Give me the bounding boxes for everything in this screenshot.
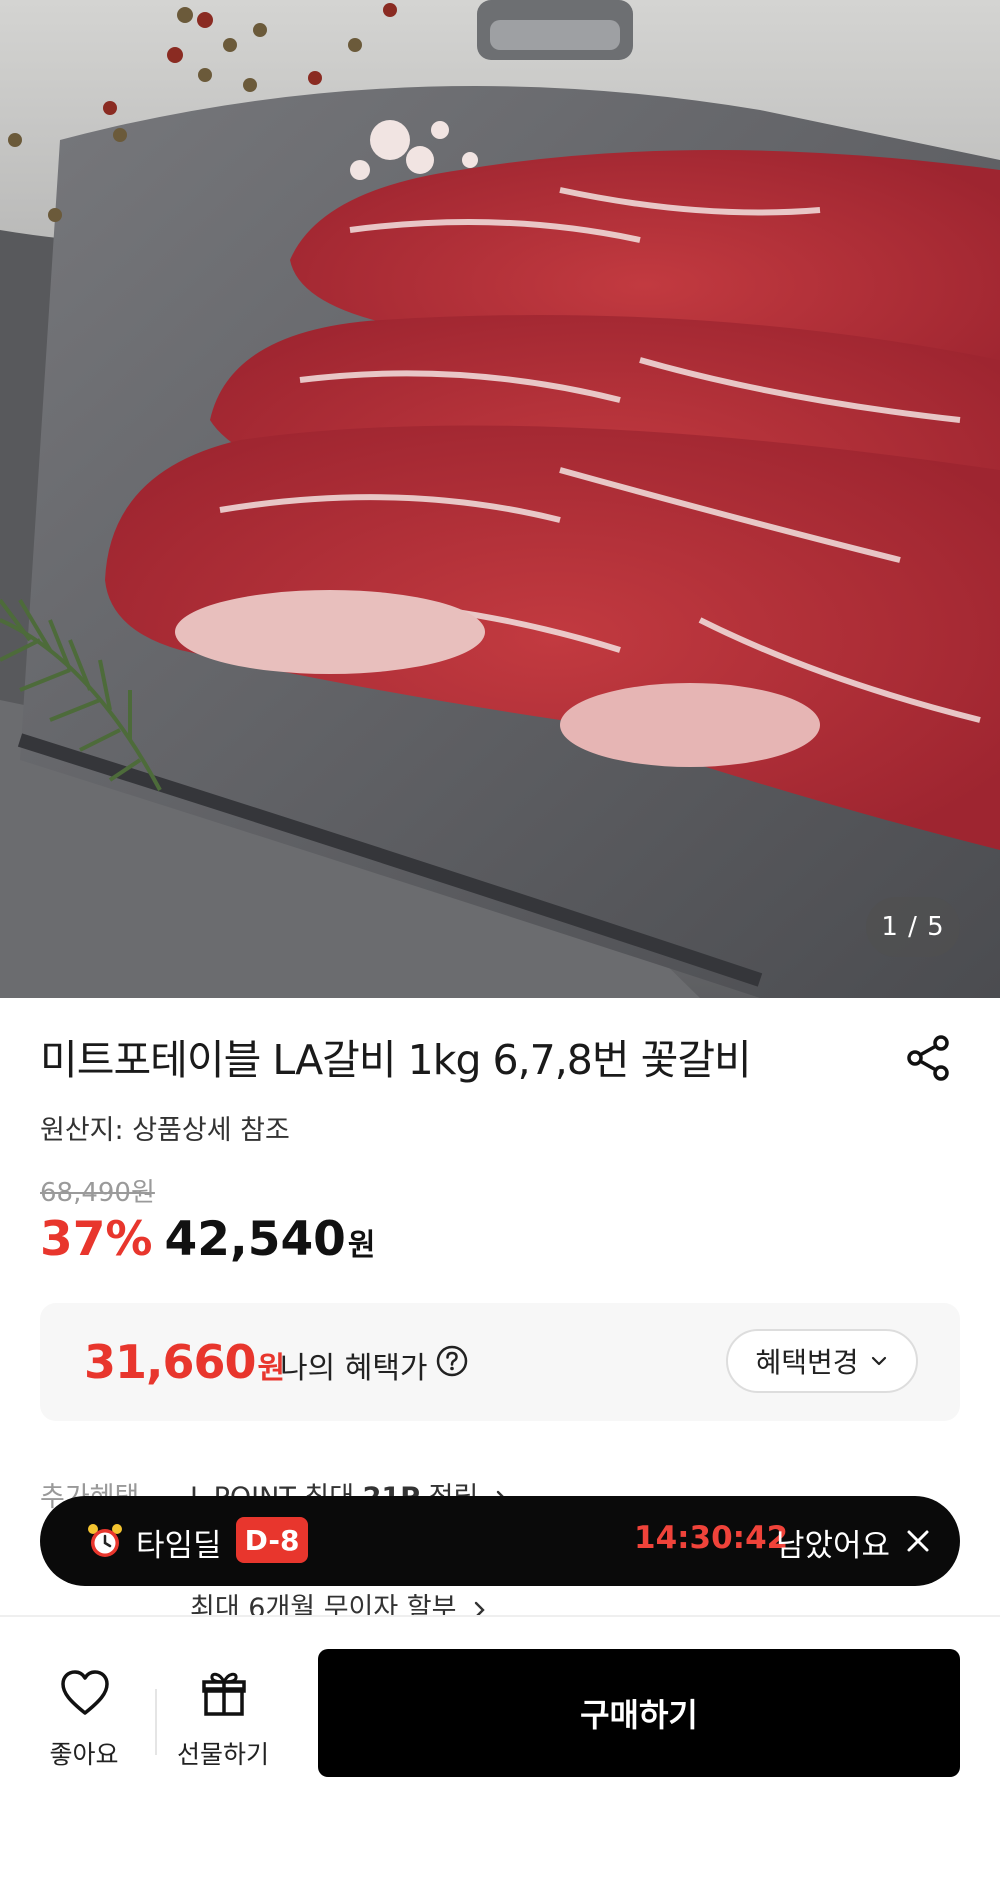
action-divider xyxy=(155,1689,157,1755)
like-button[interactable]: 좋아요 xyxy=(40,1669,128,1769)
bottom-action-bar: 좋아요 선물하기 구매하기 xyxy=(0,1617,1000,1892)
chevron-down-icon xyxy=(871,1356,886,1366)
product-image-gallery[interactable]: 1 / 5 xyxy=(0,0,1000,998)
help-icon[interactable] xyxy=(436,1345,468,1377)
product-photo xyxy=(0,0,1000,998)
product-title: 미트포테이블 LA갈비 1kg 6,7,8번 꽃갈비 xyxy=(40,1036,752,1084)
sale-price: 42,540 xyxy=(164,1212,346,1267)
like-label: 좋아요 xyxy=(49,1740,119,1769)
countdown-suffix: 남았어요 xyxy=(776,1528,891,1564)
benefit-price-value: 31,660 xyxy=(84,1335,257,1389)
close-icon[interactable] xyxy=(902,1525,934,1557)
benefit-price-label: 나의 혜택가 xyxy=(280,1351,428,1386)
benefit-box: 31,660 원 나의 혜택가 혜택변경 xyxy=(40,1303,960,1421)
share-button[interactable] xyxy=(904,1033,954,1083)
time-deal-banner[interactable]: 타임딜 D-8 14:30:42 남았어요 xyxy=(40,1496,960,1586)
benefit-change-label: 혜택변경 xyxy=(755,1346,859,1379)
alarm-clock-icon xyxy=(88,1524,122,1557)
price-row: 37% 42,540 원 xyxy=(40,1212,375,1267)
sale-price-unit: 원 xyxy=(347,1228,376,1263)
original-price: 68,490원 xyxy=(40,1178,155,1208)
heart-icon xyxy=(61,1670,109,1715)
benefit-change-button[interactable]: 혜택변경 xyxy=(726,1329,918,1393)
countdown-timer: 14:30:42 xyxy=(634,1520,789,1556)
d-day-badge: D-8 xyxy=(236,1517,308,1563)
gift-button[interactable]: 선물하기 xyxy=(172,1669,274,1769)
origin-info: 원산지: 상품상세 참조 xyxy=(40,1115,290,1146)
gift-label: 선물하기 xyxy=(176,1740,269,1769)
buy-button[interactable]: 구매하기 xyxy=(318,1649,960,1777)
time-deal-label: 타임딜 xyxy=(136,1528,222,1564)
benefit-price: 31,660 원 xyxy=(84,1335,285,1389)
gift-icon xyxy=(202,1672,246,1716)
share-icon xyxy=(907,1035,949,1081)
image-counter: 1 / 5 xyxy=(866,897,960,957)
discount-rate: 37% xyxy=(40,1212,153,1267)
